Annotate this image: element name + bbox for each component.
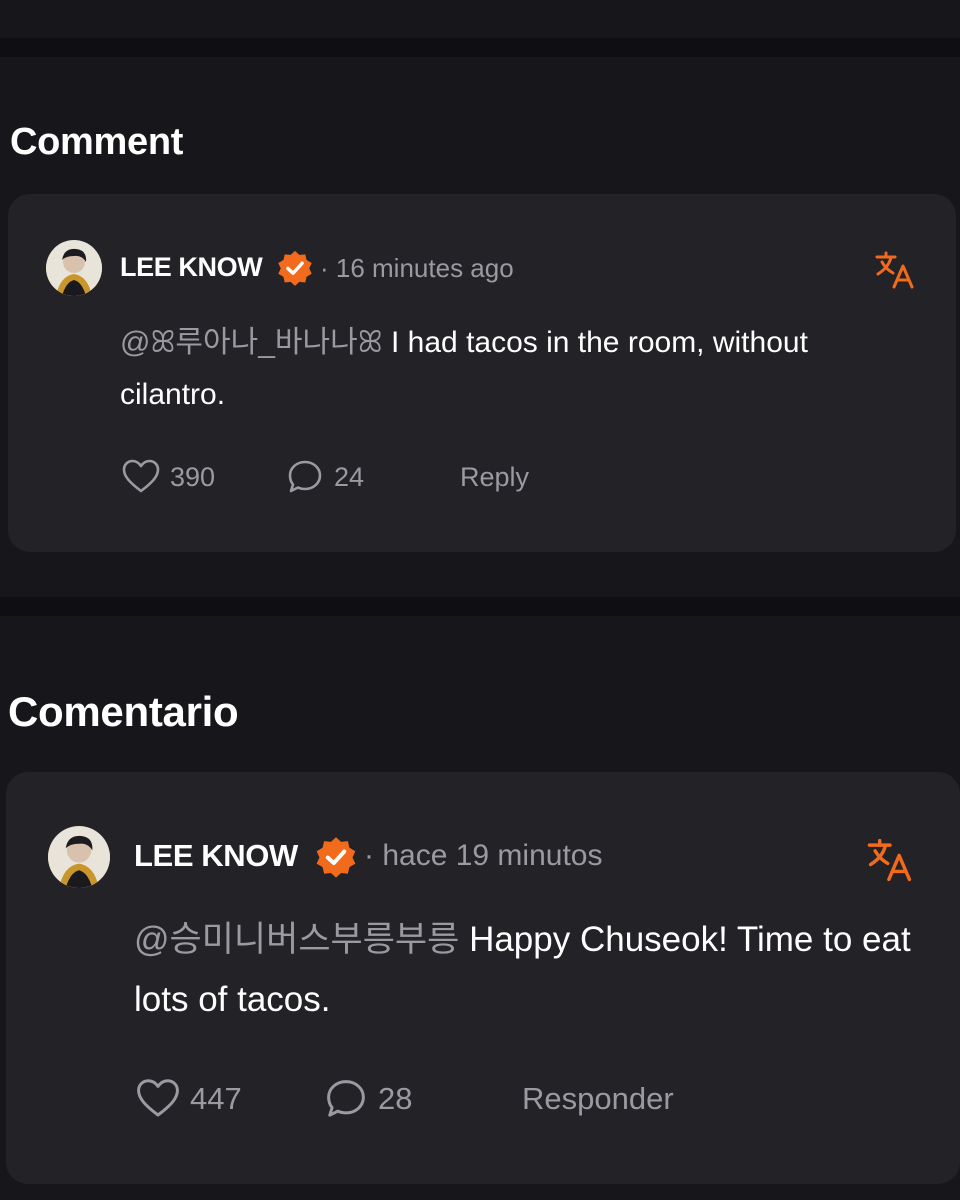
heart-icon <box>137 1079 179 1117</box>
comment-card: LEE KNOW · 16 minutes ago @ꕤ루아나_바나나ꕤ I h… <box>8 194 956 552</box>
timestamp: · 16 minutes ago <box>320 253 514 283</box>
author-name[interactable]: LEE KNOW <box>120 252 263 283</box>
reply-count: 24 <box>334 461 365 492</box>
comment-text: @ꕤ루아나_바나나ꕤ I had tacos in the room, with… <box>120 317 920 421</box>
timestamp: · hace 19 minutos <box>364 839 603 872</box>
like-button[interactable]: 390 <box>120 456 286 498</box>
avatar[interactable] <box>46 240 102 296</box>
section-title: Comentario <box>8 688 239 735</box>
avatar[interactable] <box>48 826 110 888</box>
comment-text: @승미니버스부릉부릉 Happy Chuseok! Time to eat lo… <box>134 910 934 1030</box>
reply-count-button[interactable]: 24 <box>286 458 460 496</box>
reply-button[interactable]: Reply <box>460 462 529 493</box>
comment-card: LEE KNOW · hace 19 minutos @승미니버스부릉부릉 Ha… <box>6 772 960 1184</box>
comment-actions: 447 28 Responder <box>134 1075 674 1123</box>
heart-icon <box>122 459 160 493</box>
top-strip <box>0 0 960 38</box>
reply-button[interactable]: Responder <box>522 1081 674 1117</box>
reply-count: 28 <box>378 1081 413 1116</box>
comment-section-spanish: Comentario LEE KNOW · hace 19 minutos @승… <box>0 616 960 1200</box>
mention[interactable]: @승미니버스부릉부릉 <box>134 920 459 959</box>
verified-badge-icon <box>276 249 314 287</box>
like-count: 390 <box>170 461 216 492</box>
comment-section-english: Comment LEE KNOW · 16 minutes ago @ꕤ루아나_… <box>0 57 960 597</box>
translate-icon[interactable] <box>874 249 916 291</box>
verified-badge-icon <box>314 835 358 879</box>
like-count: 447 <box>190 1081 242 1116</box>
section-title: Comment <box>10 121 184 163</box>
author-name[interactable]: LEE KNOW <box>134 838 298 874</box>
comment-bubble-icon <box>288 460 322 493</box>
mention[interactable]: @ꕤ루아나_바나나ꕤ <box>120 326 383 359</box>
comment-actions: 390 24 Reply <box>120 456 529 498</box>
reply-count-button[interactable]: 28 <box>324 1077 522 1121</box>
like-button[interactable]: 447 <box>134 1075 324 1123</box>
translate-icon[interactable] <box>866 836 914 884</box>
comment-bubble-icon <box>327 1080 365 1117</box>
